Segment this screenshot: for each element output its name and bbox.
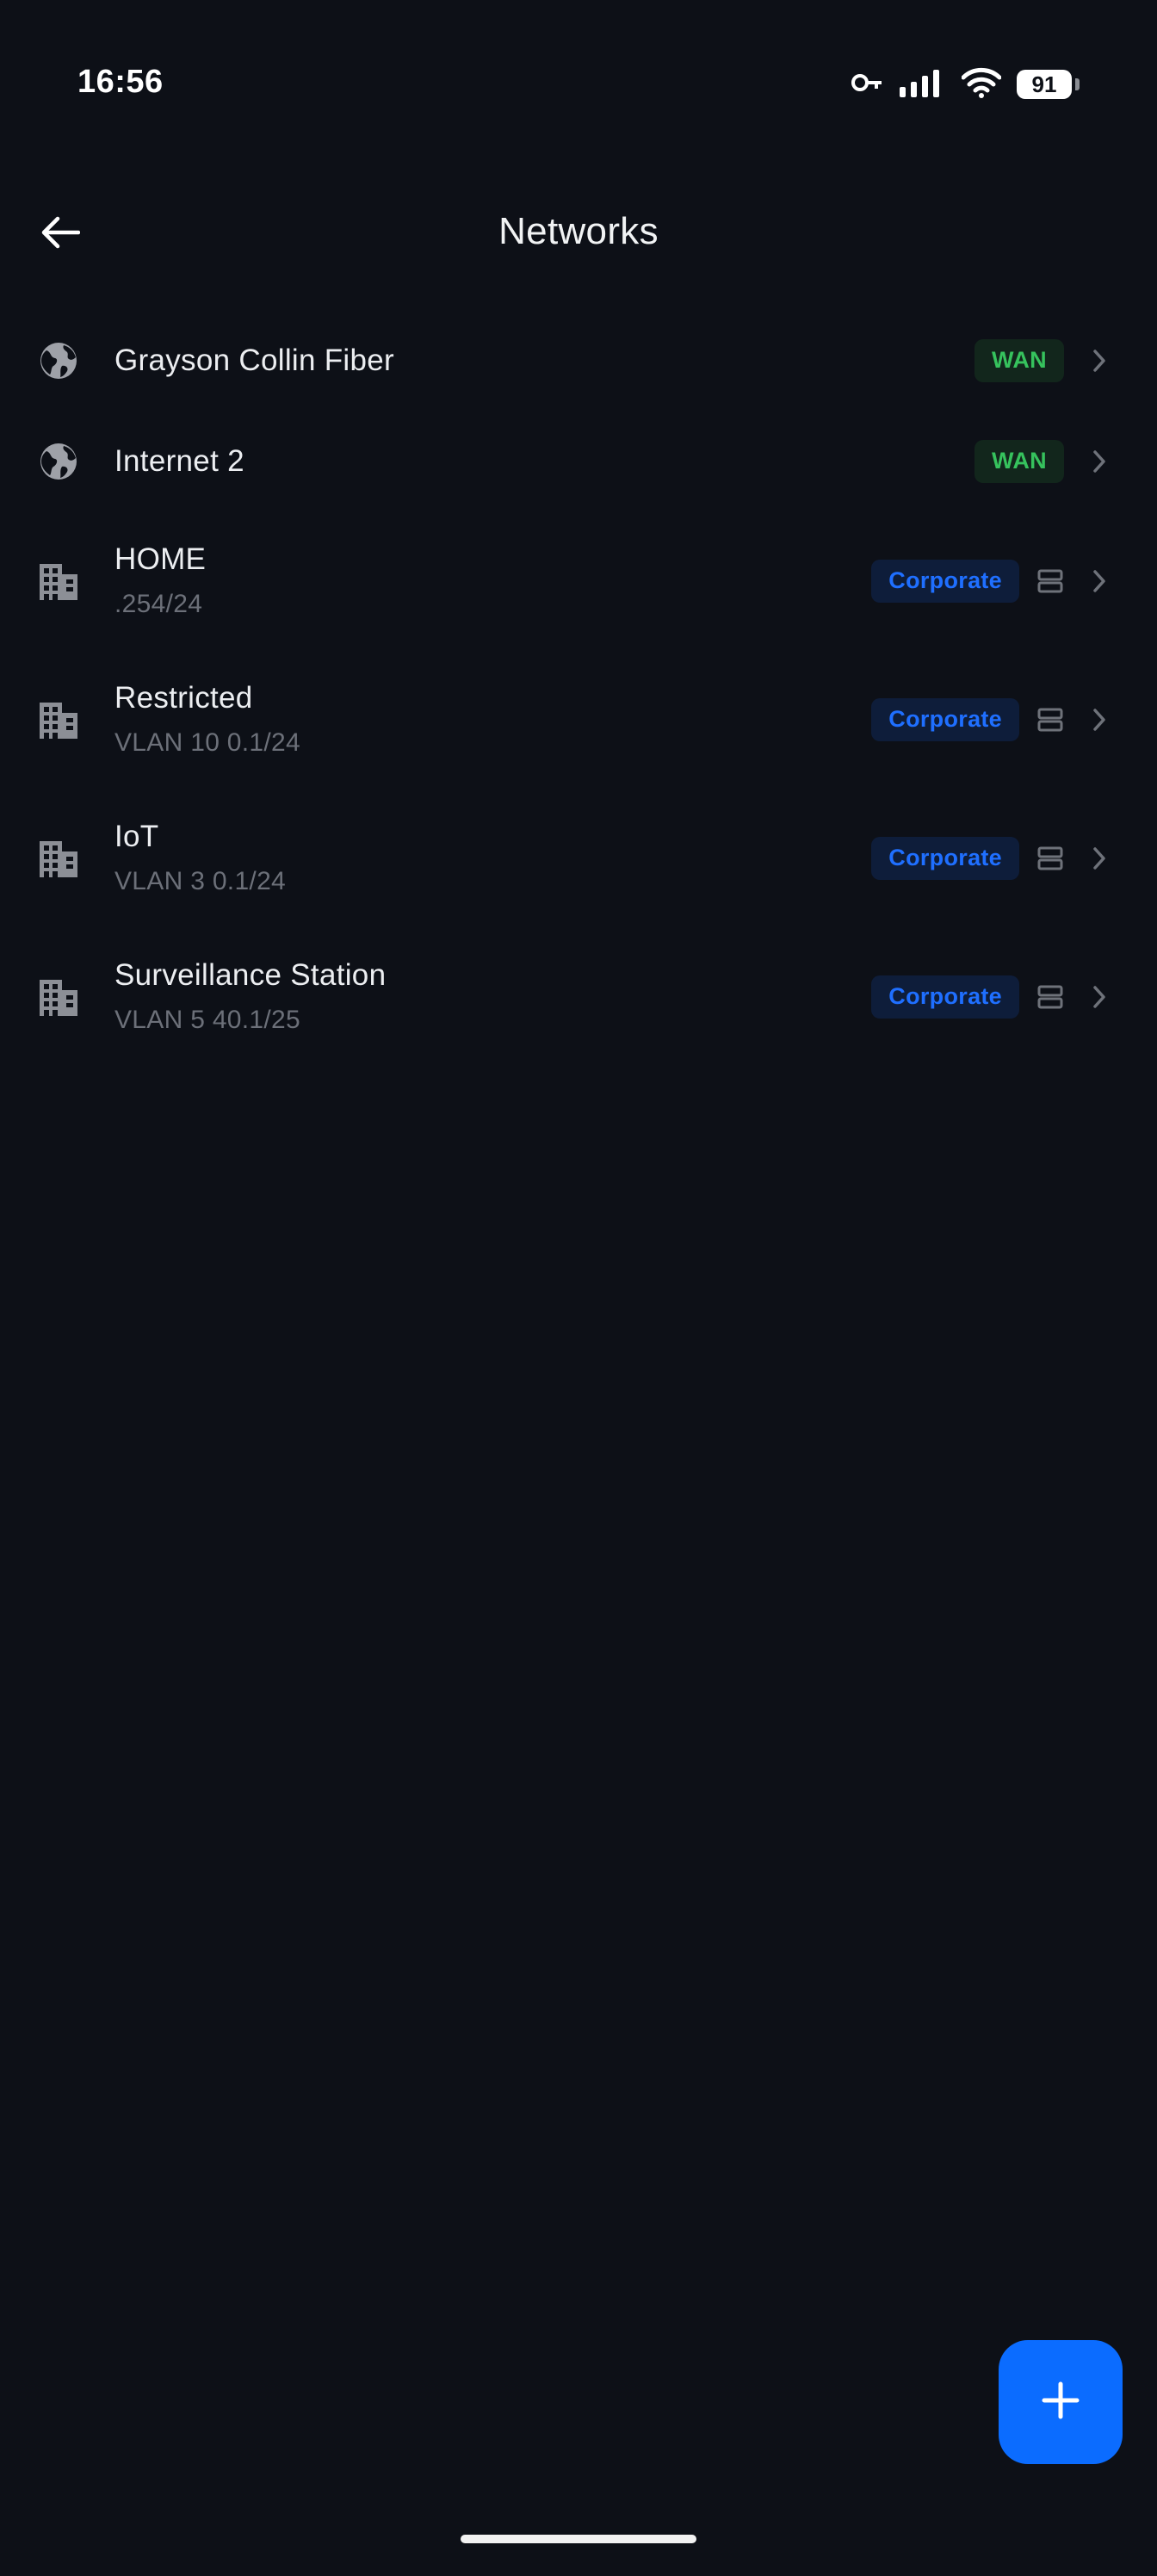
building-icon	[34, 696, 83, 744]
network-row-text: Restricted VLAN 10 0.1/24	[114, 679, 300, 760]
add-network-button[interactable]	[999, 2340, 1123, 2464]
network-row-text: Grayson Collin Fiber	[114, 342, 394, 380]
corporate-badge: Corporate	[871, 836, 1019, 880]
globe-icon	[34, 437, 83, 486]
status-icons: 91	[851, 65, 1080, 103]
chevron-right-icon	[1086, 707, 1112, 733]
network-row-home[interactable]: HOME .254/24 Corporate	[0, 511, 1157, 650]
building-icon	[34, 973, 83, 1021]
cellular-signal-icon	[898, 68, 946, 102]
network-row-surveillance-station[interactable]: Surveillance Station VLAN 5 40.1/25 Corp…	[0, 927, 1157, 1066]
battery-tip	[1075, 78, 1080, 90]
network-name: Surveillance Station	[114, 957, 387, 992]
network-subnet: VLAN 10 0.1/24	[114, 728, 301, 757]
battery-level: 91	[1031, 71, 1057, 97]
corporate-badge: Corporate	[871, 975, 1019, 1019]
server-icon	[1036, 984, 1064, 1010]
chevron-right-icon	[1086, 348, 1112, 374]
network-name: Grayson Collin Fiber	[114, 343, 394, 377]
status-time: 16:56	[77, 64, 164, 100]
globe-icon	[34, 337, 83, 385]
network-row-internet-2[interactable]: Internet 2 WAN	[0, 411, 1157, 511]
network-row-trailing: Corporate	[871, 559, 1112, 603]
network-row-restricted[interactable]: Restricted VLAN 10 0.1/24 Corporate	[0, 650, 1157, 789]
network-subnet: .254/24	[114, 589, 203, 618]
network-row-grayson-collin-fiber[interactable]: Grayson Collin Fiber WAN	[0, 310, 1157, 411]
network-row-text: Surveillance Station VLAN 5 40.1/25	[114, 957, 386, 1037]
chevron-right-icon	[1086, 568, 1112, 594]
page-title: Networks	[498, 210, 659, 252]
server-icon	[1036, 845, 1064, 871]
chevron-right-icon	[1086, 984, 1112, 1010]
network-row-text: HOME .254/24	[114, 541, 206, 622]
status-bar: 16:56 91	[0, 0, 1157, 172]
chevron-right-icon	[1086, 845, 1112, 871]
home-indicator[interactable]	[461, 2535, 696, 2543]
network-row-trailing: Corporate	[871, 975, 1112, 1019]
network-name: HOME	[114, 542, 207, 576]
building-icon	[34, 834, 83, 882]
network-subnet: VLAN 5 40.1/25	[114, 1005, 301, 1034]
wifi-icon	[961, 67, 1002, 102]
building-icon	[34, 557, 83, 605]
network-row-trailing: Corporate	[871, 836, 1112, 880]
network-name: IoT	[114, 819, 159, 853]
corporate-badge: Corporate	[871, 697, 1019, 741]
network-row-trailing: WAN	[974, 439, 1112, 483]
network-row-text: IoT VLAN 3 0.1/24	[114, 818, 286, 899]
chevron-right-icon	[1086, 449, 1112, 474]
network-subnet: VLAN 3 0.1/24	[114, 866, 287, 895]
network-row-iot[interactable]: IoT VLAN 3 0.1/24 Corporate	[0, 789, 1157, 927]
vpn-key-icon	[851, 73, 882, 96]
server-icon	[1036, 568, 1064, 594]
corporate-badge: Corporate	[871, 559, 1019, 603]
network-name: Restricted	[114, 680, 253, 715]
network-row-trailing: Corporate	[871, 697, 1112, 741]
network-row-text: Internet 2	[114, 443, 244, 480]
server-icon	[1036, 707, 1064, 733]
app-bar: Networks	[0, 181, 1157, 288]
network-list: Grayson Collin Fiber WAN Internet 2 WAN	[0, 310, 1157, 1066]
plus-icon	[1042, 2381, 1080, 2424]
network-row-trailing: WAN	[974, 338, 1112, 382]
battery-icon: 91	[1017, 70, 1072, 99]
network-name: Internet 2	[114, 443, 244, 478]
wan-badge: WAN	[974, 338, 1064, 382]
wan-badge: WAN	[974, 439, 1064, 483]
